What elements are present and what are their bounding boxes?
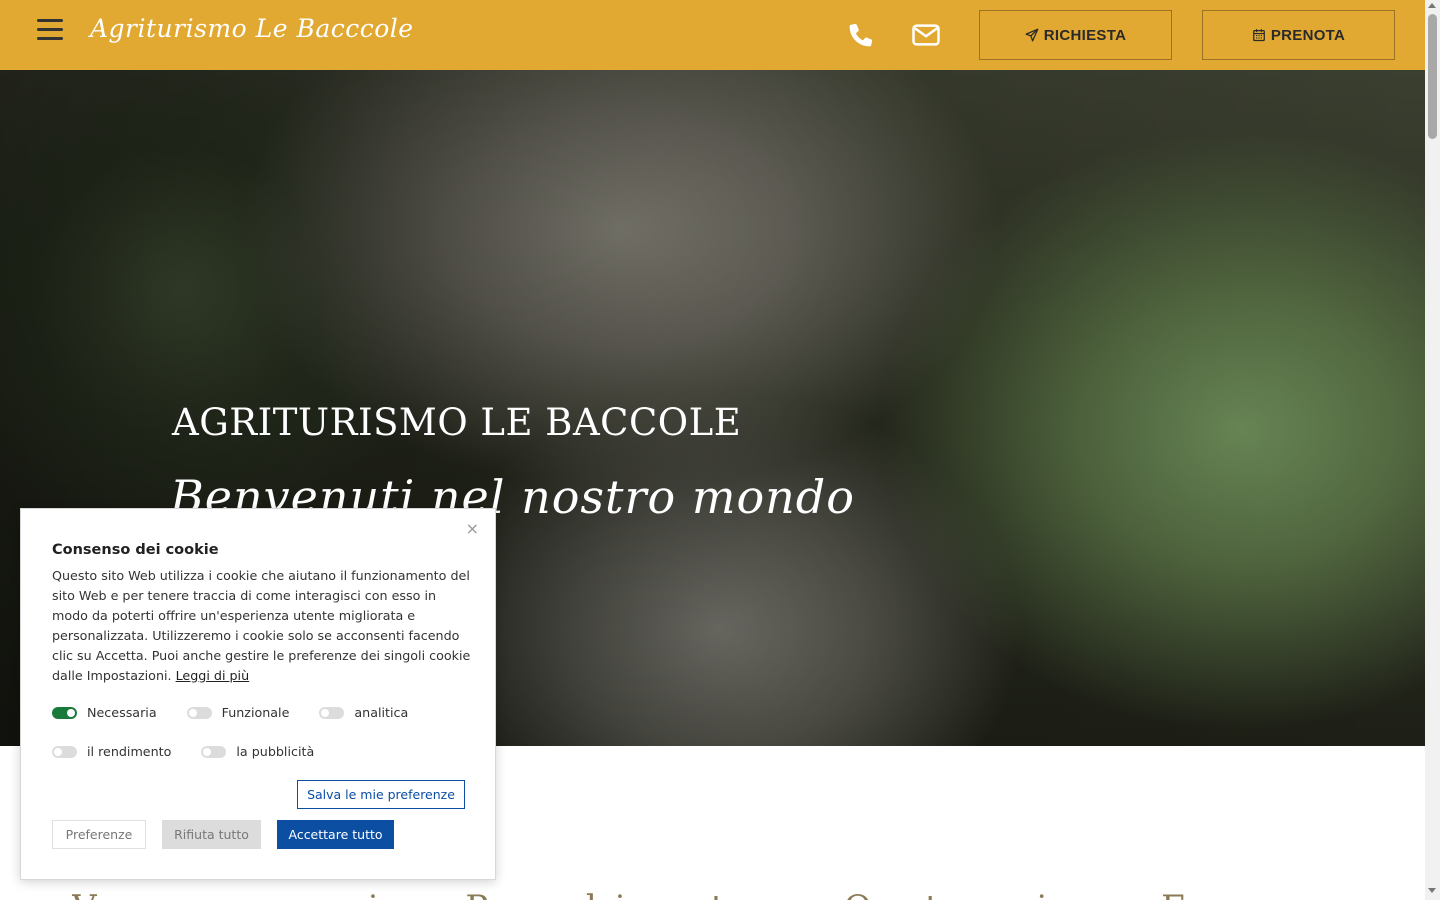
read-more-link[interactable]: Leggi di più: [176, 668, 250, 683]
toggle-functional: Funzionale: [186, 705, 290, 720]
analytics-label: analitica: [354, 705, 409, 720]
hero-title: AGRITURISMO LE BACCOLE: [172, 401, 742, 444]
toggle-performance: il rendimento: [52, 744, 171, 759]
phone-icon[interactable]: [846, 20, 876, 50]
cookie-toggle-row: Necessaria Funzionale analitica: [52, 705, 438, 720]
toggle-necessary: Necessaria: [52, 705, 157, 720]
save-preferences-button[interactable]: Salva le mie preferenze: [297, 780, 465, 809]
cookie-title: Consenso dei cookie: [52, 542, 219, 558]
mail-icon[interactable]: [911, 20, 941, 50]
prenota-button[interactable]: PRENOTA: [1202, 10, 1395, 60]
richiesta-label: RICHIESTA: [1043, 26, 1127, 44]
reject-all-button[interactable]: Rifiuta tutto: [162, 820, 261, 849]
cookie-toggle-row: il rendimento la pubblicità: [52, 744, 344, 759]
necessary-toggle[interactable]: [52, 706, 77, 719]
scroll-up-arrow-icon[interactable]: [1428, 3, 1436, 8]
page-scrollbar[interactable]: [1425, 0, 1440, 900]
site-header: Agriturismo Le Bacccole RICHIESTA PRENOT…: [0, 0, 1425, 70]
functional-toggle[interactable]: [186, 706, 212, 719]
close-icon[interactable]: ×: [466, 521, 479, 537]
performance-toggle[interactable]: [52, 745, 77, 758]
preferences-button[interactable]: Preferenze: [52, 820, 146, 849]
scroll-down-arrow-icon[interactable]: [1428, 888, 1436, 893]
analytics-toggle[interactable]: [319, 706, 345, 719]
necessary-label: Necessaria: [87, 705, 157, 720]
advertising-label: la pubblicità: [236, 744, 315, 759]
cookie-consent-dialog: × Consenso dei cookie Questo sito Web ut…: [20, 508, 496, 880]
cookie-description: Questo sito Web utilizza i cookie che ai…: [52, 566, 472, 686]
performance-label: il rendimento: [87, 744, 172, 759]
advertising-toggle[interactable]: [201, 745, 227, 758]
cookie-text: Questo sito Web utilizza i cookie che ai…: [52, 568, 471, 683]
site-logo[interactable]: Agriturismo Le Bacccole: [90, 14, 414, 43]
paper-plane-icon: [1025, 28, 1039, 42]
section-heading: Vacanze in Puglia tra Ostuni e Fasano: [72, 886, 1402, 900]
accept-all-button[interactable]: Accettare tutto: [277, 820, 394, 849]
functional-label: Funzionale: [221, 705, 290, 720]
toggle-advertising: la pubblicità: [201, 744, 314, 759]
prenota-label: PRENOTA: [1270, 26, 1346, 44]
scrollbar-thumb[interactable]: [1428, 14, 1437, 139]
calendar-icon: [1252, 29, 1265, 42]
richiesta-button[interactable]: RICHIESTA: [979, 10, 1172, 60]
toggle-analytics: analitica: [319, 705, 408, 720]
menu-icon[interactable]: [37, 19, 63, 41]
